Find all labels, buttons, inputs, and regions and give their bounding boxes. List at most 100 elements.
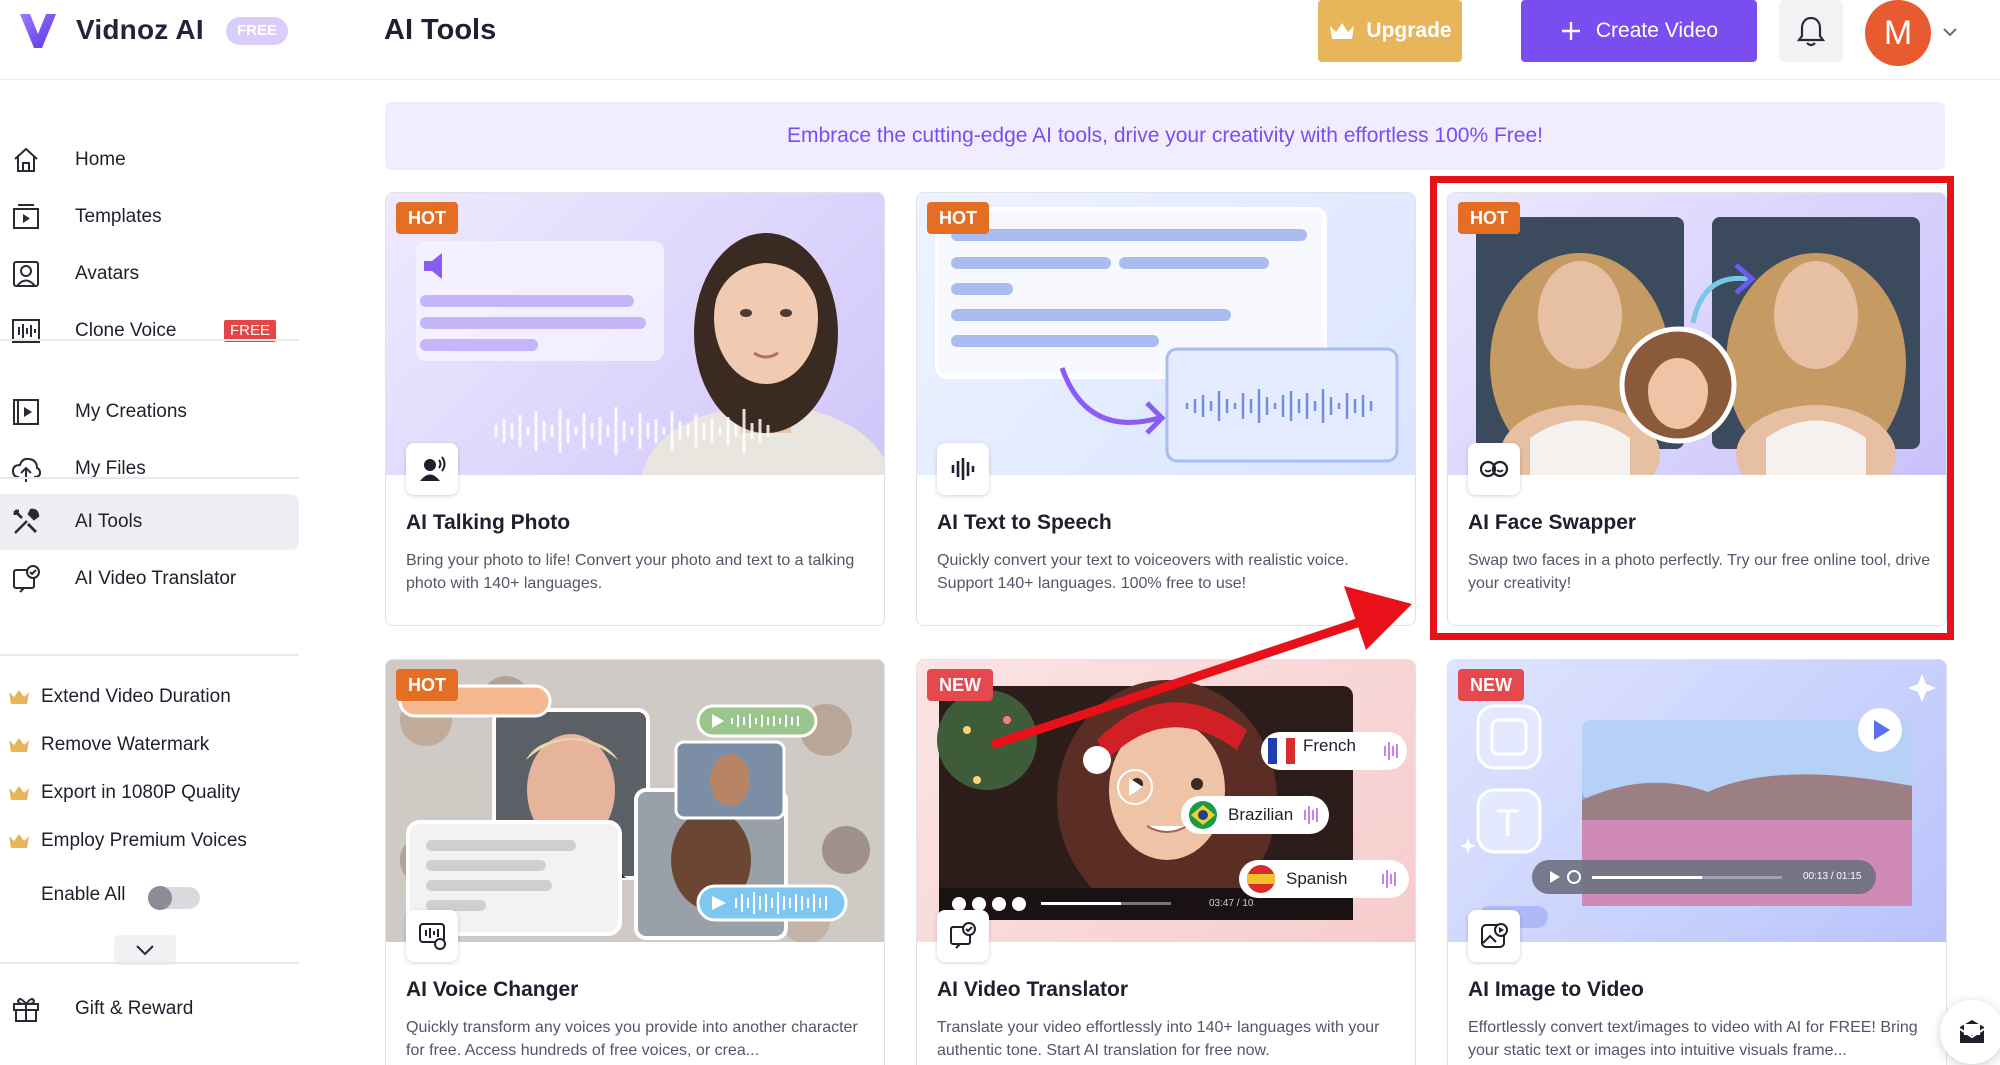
toggle-knob <box>148 886 172 910</box>
top-bar: Vidnoz AI FREE AI Tools Upgrade Create V… <box>0 0 2000 80</box>
sidebar-item-label: Templates <box>75 206 162 227</box>
tools-icon <box>13 508 40 534</box>
card-description: Quickly transform any voices you provide… <box>406 1019 858 1059</box>
sidebar-item-avatars[interactable]: Avatars <box>0 246 299 302</box>
player-time: 00:13 / 01:15 <box>1803 871 1862 882</box>
bell-icon <box>1796 16 1826 47</box>
tool-card-ai-text-to-speech[interactable]: HOT AI Text to Speech Quickly convert yo… <box>916 192 1416 626</box>
promo-banner: Embrace the cutting-edge AI tools, drive… <box>385 102 1945 170</box>
card-thumbnail <box>1448 193 1946 475</box>
crown-icon <box>9 690 29 704</box>
sidebar-divider <box>0 477 299 479</box>
language-spanish: Spanish <box>1286 869 1348 888</box>
voice-changer-illustration <box>386 660 884 942</box>
image-to-video-illustration: T <box>1460 674 1936 928</box>
card-title[interactable]: AI Voice Changer <box>406 978 578 1002</box>
vidnoz-logo[interactable] <box>16 8 60 52</box>
user-avatar[interactable]: M <box>1865 0 1931 66</box>
card-title[interactable]: AI Face Swapper <box>1468 511 1636 535</box>
templates-icon <box>13 204 39 229</box>
sidebar-item-gift-reward[interactable]: Gift & Reward <box>0 981 299 1037</box>
sidebar-divider <box>0 654 299 656</box>
sidebar-item-label: Avatars <box>75 263 140 284</box>
card-title[interactable]: AI Text to Speech <box>937 511 1112 535</box>
sidebar-divider <box>0 339 299 341</box>
hot-badge: HOT <box>927 202 989 234</box>
plan-badge: FREE <box>226 17 288 45</box>
crown-icon <box>1330 23 1355 39</box>
sidebar-item-templates[interactable]: Templates <box>0 189 299 245</box>
card-description: Bring your photo to life! Convert your p… <box>406 552 855 592</box>
premium-feature-label: Export in 1080P Quality <box>41 782 241 803</box>
image-to-video-icon <box>1468 910 1520 962</box>
card-description: Effortlessly convert text/images to vide… <box>1468 1019 1918 1059</box>
premium-feature: Employ Premium Voices <box>0 821 299 861</box>
sidebar-divider <box>0 962 299 964</box>
notifications-button[interactable] <box>1779 0 1843 62</box>
support-chat-button[interactable] <box>1940 1000 2000 1064</box>
enable-all-label: Enable All <box>41 884 126 905</box>
tool-card-ai-video-translator[interactable]: French Brazilian Spanish 03:47 / 10 NEW … <box>916 659 1416 1065</box>
new-badge: NEW <box>927 669 993 701</box>
create-video-button[interactable]: Create Video <box>1521 0 1757 62</box>
premium-feature: Remove Watermark <box>0 725 299 765</box>
sidebar: Home Templates Avatars Clone Voice FREE … <box>0 80 300 1065</box>
home-icon <box>14 147 38 172</box>
card-thumbnail <box>917 193 1415 475</box>
voice-changer-icon <box>406 910 458 962</box>
enable-all-toggle[interactable] <box>148 886 200 910</box>
sidebar-item-my-files[interactable]: My Files <box>0 441 299 497</box>
plus-icon <box>1561 22 1580 40</box>
tool-card-ai-face-swapper[interactable]: HOT AI Face Swapper Swap two faces in a … <box>1447 192 1947 626</box>
sidebar-item-label: AI Video Translator <box>75 568 237 589</box>
card-title[interactable]: AI Image to Video <box>1468 978 1644 1002</box>
player-time: 03:47 / 10 <box>1209 898 1254 909</box>
tool-card-ai-image-to-video[interactable]: T 00:13 / 01:15 NEW AI Image to Video Ef… <box>1447 659 1947 1065</box>
mail-icon <box>1959 1020 1985 1043</box>
premium-feature-label: Employ Premium Voices <box>41 830 247 851</box>
crown-icon <box>9 834 29 848</box>
video-translator-illustration <box>937 680 1409 920</box>
premium-feature: Extend Video Duration <box>0 677 299 717</box>
text-to-speech-illustration <box>935 207 1399 463</box>
video-translator-icon <box>937 910 989 962</box>
collapse-button[interactable] <box>114 935 176 965</box>
card-thumbnail <box>917 660 1415 942</box>
premium-feature-label: Extend Video Duration <box>41 686 231 707</box>
creations-icon <box>13 399 39 425</box>
upgrade-label: Upgrade <box>1366 19 1452 42</box>
chevron-down-icon <box>136 945 154 956</box>
card-title[interactable]: AI Video Translator <box>937 978 1128 1002</box>
premium-feature: Export in 1080P Quality <box>0 773 299 813</box>
hot-badge: HOT <box>396 202 458 234</box>
card-description: Swap two faces in a photo perfectly. Try… <box>1468 552 1931 592</box>
face-swap-illustration <box>1476 217 1920 475</box>
sidebar-item-clone-voice[interactable]: Clone Voice FREE <box>0 303 299 359</box>
tool-card-ai-voice-changer[interactable]: HOT AI Voice Changer Quickly transform a… <box>385 659 885 1065</box>
hot-badge: HOT <box>1458 202 1520 234</box>
sidebar-item-label: Home <box>75 149 126 170</box>
chevron-down-icon[interactable] <box>1940 22 1960 42</box>
sidebar-item-ai-tools[interactable]: AI Tools <box>0 494 299 550</box>
translator-icon <box>13 565 40 593</box>
language-french: French <box>1303 736 1356 755</box>
tool-card-ai-talking-photo[interactable]: HOT AI Talking Photo Bring your photo to… <box>385 192 885 626</box>
talking-photo-illustration <box>416 233 884 475</box>
gift-icon <box>13 998 39 1022</box>
clone-voice-icon <box>12 319 40 343</box>
gift-reward-label: Gift & Reward <box>75 998 194 1019</box>
card-description: Quickly convert your text to voiceovers … <box>937 552 1349 592</box>
talking-photo-icon <box>406 443 458 495</box>
sidebar-item-ai-video-translator[interactable]: AI Video Translator <box>0 551 299 607</box>
sidebar-item-home[interactable]: Home <box>0 132 299 188</box>
crown-icon <box>9 786 29 800</box>
brand-name[interactable]: Vidnoz AI <box>76 14 204 46</box>
sidebar-item-label: AI Tools <box>75 511 143 532</box>
face-swap-icon <box>1468 443 1520 495</box>
card-thumbnail <box>386 660 884 942</box>
upgrade-button[interactable]: Upgrade <box>1318 0 1462 62</box>
card-title[interactable]: AI Talking Photo <box>406 511 570 535</box>
upload-cloud-icon <box>11 457 42 482</box>
card-description: Translate your video effortlessly into 1… <box>937 1019 1380 1059</box>
sidebar-item-my-creations[interactable]: My Creations <box>0 384 299 440</box>
